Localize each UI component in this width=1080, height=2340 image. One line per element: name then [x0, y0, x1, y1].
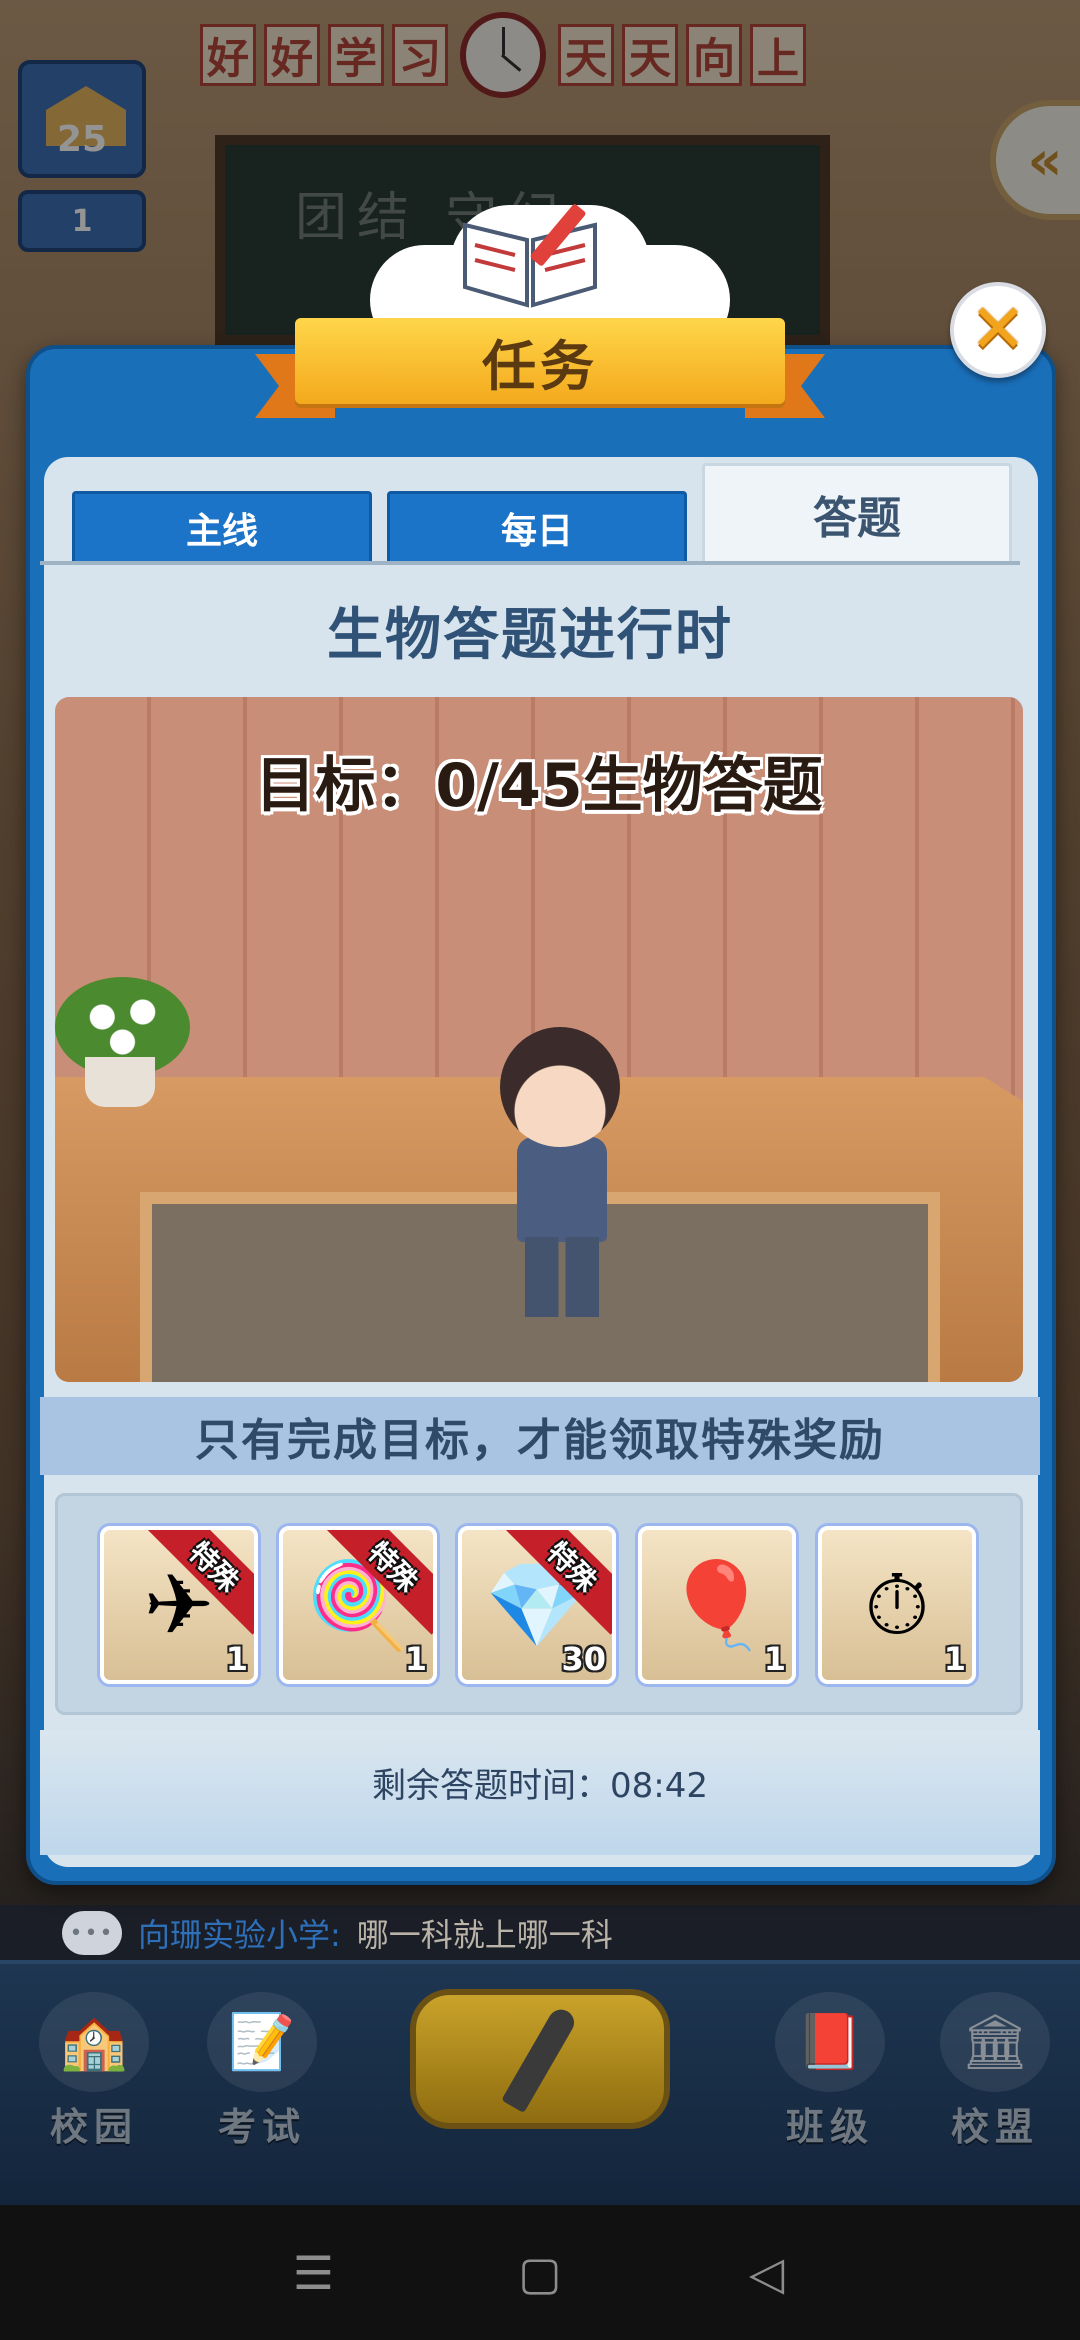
- campus-icon: 🏫: [39, 1992, 149, 2092]
- dialog-title-ribbon: 任务: [255, 318, 825, 418]
- home-icon[interactable]: ▢: [500, 2246, 580, 2300]
- class-icon: 📕: [775, 1992, 885, 2092]
- reward-count: 1: [763, 1640, 786, 1678]
- reward-item[interactable]: 🍭 特殊 1: [279, 1526, 437, 1684]
- book-pencil-icon: [463, 204, 597, 308]
- ribbon-main: 任务: [295, 318, 785, 404]
- nav-label: 考试: [217, 2105, 306, 2149]
- reward-hint: 只有完成目标，才能领取特殊奖励: [40, 1397, 1040, 1475]
- nav-campus[interactable]: 🏫 校园: [24, 1992, 164, 2162]
- main-action-button[interactable]: [410, 1989, 670, 2129]
- nav-label: 班级: [785, 2105, 874, 2149]
- task-tabs: 主线 每日 答题: [40, 463, 1020, 565]
- reward-count: 1: [404, 1640, 427, 1678]
- reward-count: 30: [561, 1640, 606, 1678]
- reward-tray: ✈ 特殊 1 🍭 特殊 1 💎 特殊 30 🎈 1 ⏱ 1: [55, 1493, 1023, 1715]
- alliance-icon: 🏛: [940, 1992, 1050, 2092]
- menu-icon[interactable]: ☰: [273, 2246, 353, 2300]
- reward-item[interactable]: ⏱ 1: [818, 1526, 976, 1684]
- tab-daily[interactable]: 每日: [387, 491, 687, 561]
- system-navigation-bar: ☰ ▢ ◁: [0, 2205, 1080, 2340]
- bottom-navigation: 🏫 校园 📝 考试 📕 班级 🏛 校盟: [0, 1960, 1080, 2205]
- teacher-body: [517, 1137, 607, 1242]
- chat-message: 哪一科就上哪一科: [356, 1916, 613, 1954]
- chat-bubble-icon: •••: [62, 1911, 122, 1955]
- chat-sender: 向珊实验小学:: [138, 1916, 341, 1954]
- classroom-scene: 目标：0/45生物答题: [55, 697, 1023, 1382]
- nav-label: 校盟: [950, 2105, 1039, 2149]
- reward-item[interactable]: 🎈 1: [638, 1526, 796, 1684]
- pen-icon: [501, 2004, 579, 2114]
- tab-main-quest[interactable]: 主线: [72, 491, 372, 561]
- nav-label: 校园: [49, 2105, 138, 2149]
- reward-count: 1: [225, 1640, 248, 1678]
- nav-class[interactable]: 📕 班级: [760, 1992, 900, 2162]
- flower-pot: [85, 1057, 155, 1107]
- close-icon: ✕: [969, 290, 1027, 369]
- tab-quiz[interactable]: 答题: [702, 463, 1012, 561]
- reward-item[interactable]: 💎 特殊 30: [458, 1526, 616, 1684]
- reward-count: 1: [943, 1640, 966, 1678]
- close-button[interactable]: ✕: [950, 282, 1046, 378]
- exam-icon: 📝: [207, 1992, 317, 2092]
- teacher-legs: [525, 1237, 599, 1317]
- reward-item[interactable]: ✈ 特殊 1: [100, 1526, 258, 1684]
- dialog-title: 任务: [482, 334, 598, 398]
- goal-progress-text: 目标：0/45生物答题: [255, 751, 823, 821]
- nav-exam[interactable]: 📝 考试: [192, 1992, 332, 2162]
- chat-ticker[interactable]: ••• 向珊实验小学: 哪一科就上哪一科: [0, 1905, 1080, 1961]
- quiz-title: 生物答题进行时: [327, 603, 733, 668]
- back-icon[interactable]: ◁: [727, 2246, 807, 2300]
- nav-alliance[interactable]: 🏛 校盟: [925, 1992, 1065, 2162]
- teacher-avatar: [500, 1027, 620, 1147]
- remaining-time: 剩余答题时间：08:42: [372, 1766, 708, 1806]
